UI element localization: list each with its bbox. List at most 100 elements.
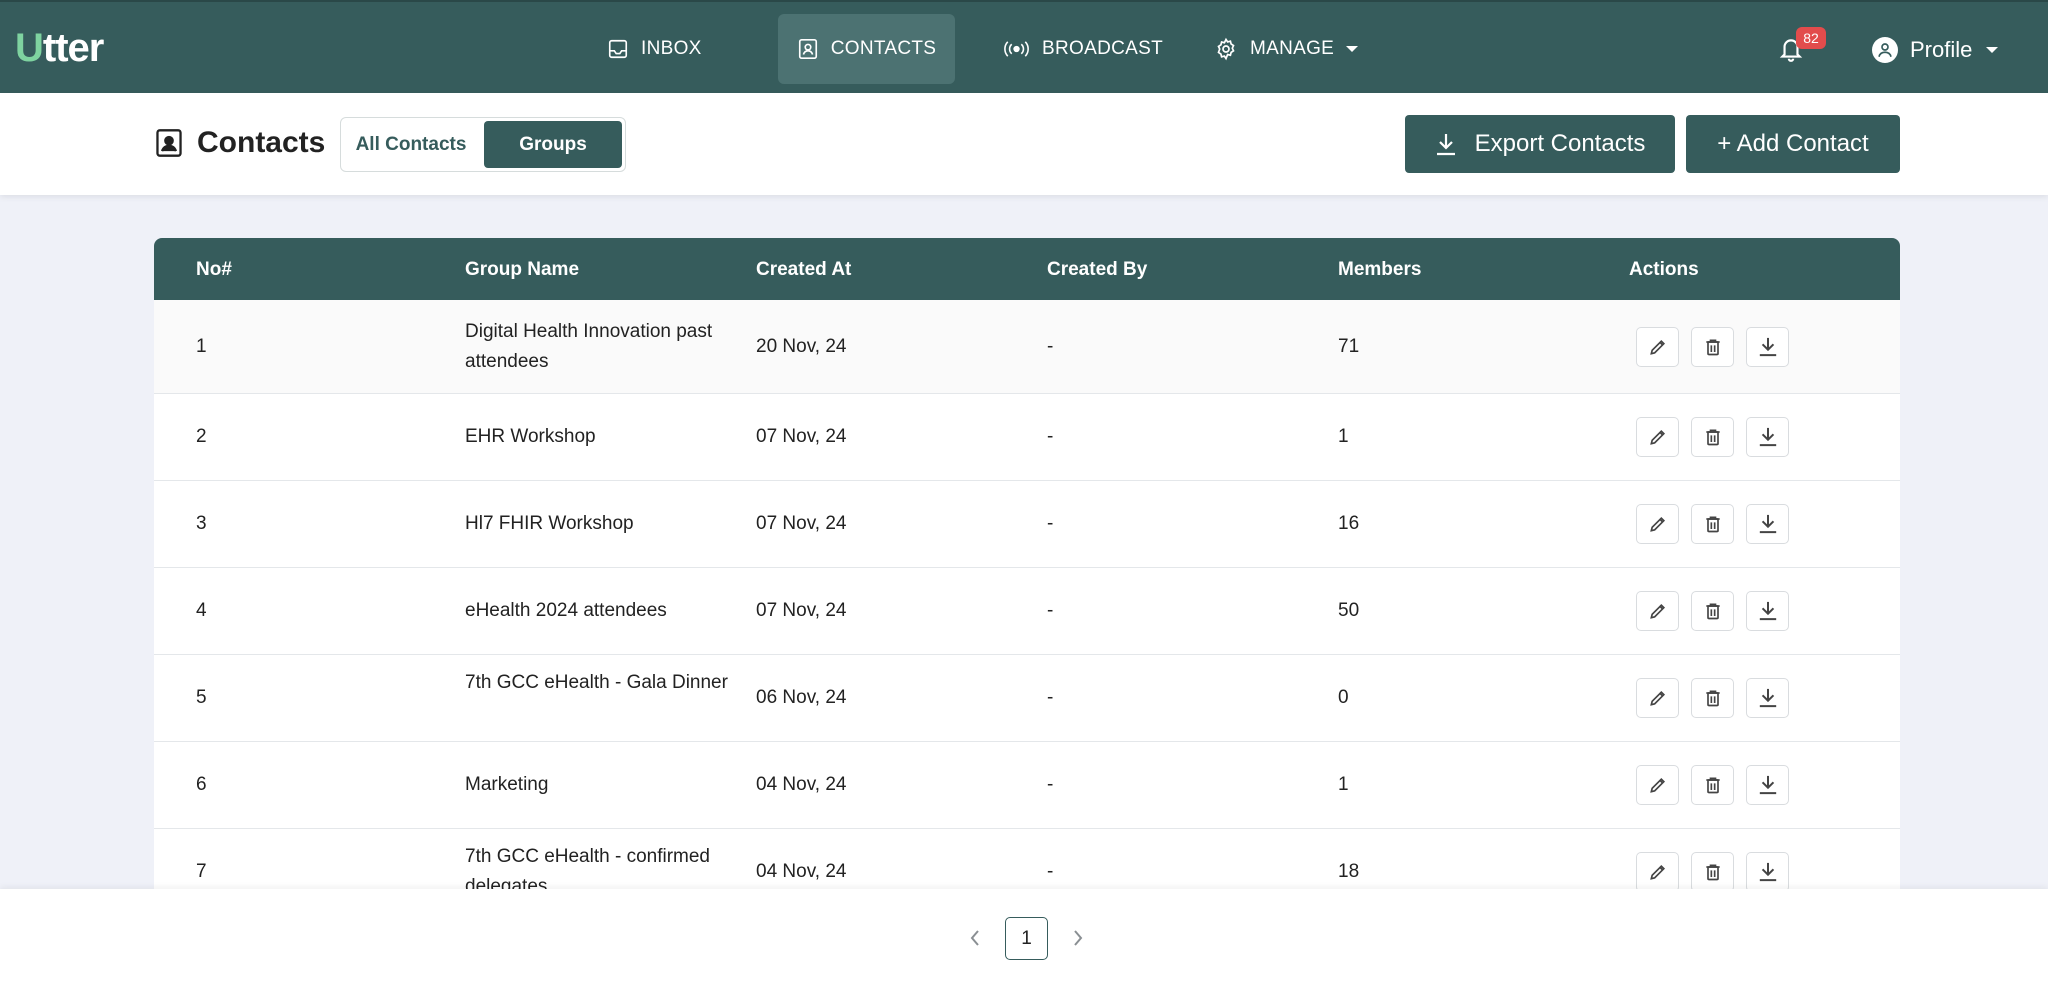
profile-label: Profile [1910, 37, 1973, 62]
download-button[interactable] [1746, 326, 1789, 367]
nav-inbox[interactable]: INBOX [607, 14, 737, 84]
created-by: - [1047, 861, 1054, 882]
delete-button[interactable] [1691, 417, 1734, 457]
tab-groups[interactable]: Groups [484, 121, 622, 168]
row-actions [1636, 678, 1789, 718]
nav-broadcast[interactable]: BROADCAST [1003, 14, 1163, 84]
table-row: 4 eHealth 2024 attendees 07 Nov, 24 - 50 [154, 568, 1900, 655]
created-by: - [1047, 687, 1054, 708]
download-button[interactable] [1746, 591, 1789, 631]
download-icon [1759, 337, 1776, 356]
delete-button[interactable] [1691, 591, 1734, 631]
edit-button[interactable] [1636, 852, 1679, 892]
trash-icon [1705, 339, 1720, 355]
download-button[interactable] [1746, 417, 1789, 457]
edit-button[interactable] [1636, 417, 1679, 457]
table-row: 3 Hl7 FHIR Workshop 07 Nov, 24 - 16 [154, 481, 1900, 568]
download-button[interactable] [1746, 765, 1789, 805]
table-row: 1 Digital Health Innovation past attendee… [154, 300, 1900, 394]
chevron-right-icon[interactable] [1069, 925, 1087, 951]
app-logo[interactable]: Utter [15, 25, 104, 70]
download-button[interactable] [1746, 504, 1789, 544]
edit-button[interactable] [1636, 678, 1679, 718]
created-by: - [1047, 335, 1054, 357]
download-icon [1436, 134, 1455, 156]
header-created-by: Created By [1047, 259, 1148, 280]
pencil-icon [1649, 429, 1665, 445]
export-contacts-label: Export Contacts [1474, 130, 1646, 157]
created-at: 04 Nov, 24 [756, 774, 847, 795]
group-name: EHR Workshop [465, 426, 596, 447]
export-contacts-button[interactable]: Export Contacts [1405, 115, 1675, 173]
nav-manage-label: MANAGE [1250, 38, 1335, 59]
page-title-wrap: Contacts [155, 126, 325, 160]
nav-contacts-label: CONTACTS [830, 38, 937, 59]
profile-menu[interactable]: Profile [1872, 32, 1999, 68]
edit-button[interactable] [1636, 326, 1679, 367]
header-group-name: Group Name [465, 259, 580, 280]
members-count: 1 [1338, 774, 1349, 795]
delete-button[interactable] [1691, 678, 1734, 718]
table-body: 1 Digital Health Innovation past attendee… [154, 300, 1900, 916]
row-actions [1636, 504, 1789, 544]
delete-button[interactable] [1691, 326, 1734, 367]
trash-icon [1705, 864, 1720, 881]
group-name: Hl7 FHIR Workshop [465, 513, 634, 534]
notification-badge: 82 [1796, 27, 1826, 49]
created-by: - [1047, 513, 1054, 534]
contact-card-icon [798, 39, 817, 59]
row-number: 1 [196, 335, 207, 357]
row-number: 4 [196, 600, 207, 621]
group-name: eHealth 2024 attendees [465, 600, 667, 621]
download-icon [1759, 862, 1776, 882]
top-navbar: Utter INBOX CONTACTS BROADCAST MANAGE 82 [0, 0, 2048, 93]
add-contact-button[interactable]: + Add Contact [1686, 115, 1900, 173]
delete-button[interactable] [1691, 504, 1734, 544]
members-count: 18 [1338, 861, 1360, 882]
row-number: 5 [196, 687, 207, 708]
add-contact-label: + Add Contact [1717, 130, 1869, 157]
group-name: Marketing [465, 774, 549, 795]
download-button[interactable] [1746, 852, 1789, 892]
trash-icon [1705, 690, 1720, 707]
nav-inbox-label: INBOX [641, 38, 702, 59]
edit-button[interactable] [1636, 504, 1679, 544]
pencil-icon [1649, 516, 1665, 532]
pencil-icon [1649, 777, 1665, 793]
row-actions [1636, 326, 1789, 367]
inbox-icon [608, 39, 628, 59]
members-count: 0 [1338, 687, 1349, 708]
edit-button[interactable] [1636, 765, 1679, 805]
nav-contacts[interactable]: CONTACTS [778, 14, 955, 84]
created-at: 20 Nov, 24 [756, 335, 847, 357]
pencil-icon [1649, 690, 1665, 706]
download-button[interactable] [1746, 678, 1789, 718]
pencil-icon [1649, 864, 1665, 880]
contacts-view-toggle: All Contacts Groups [340, 117, 626, 172]
row-actions [1636, 765, 1789, 805]
created-at: 07 Nov, 24 [756, 600, 847, 621]
user-icon [1878, 43, 1892, 58]
download-icon [1759, 601, 1776, 621]
table-row: 6 Marketing 04 Nov, 24 - 1 [154, 742, 1900, 829]
trash-icon [1705, 777, 1720, 794]
avatar [1872, 37, 1898, 63]
delete-button[interactable] [1691, 852, 1734, 892]
table-header: No# Group Name Created At Created By Mem… [154, 238, 1900, 300]
logo-letter-u: U [15, 25, 44, 70]
pencil-icon [1649, 603, 1665, 619]
delete-button[interactable] [1691, 765, 1734, 805]
header-created-at: Created At [756, 259, 852, 280]
chevron-left-icon[interactable] [966, 925, 984, 951]
row-number: 2 [196, 426, 207, 447]
group-name: Digital Health Innovation past attendees [465, 320, 713, 372]
created-by: - [1047, 426, 1054, 447]
page-number-button[interactable]: 1 [1005, 917, 1048, 960]
download-icon [1759, 427, 1776, 447]
row-actions [1636, 417, 1789, 457]
nav-broadcast-label: BROADCAST [1042, 38, 1163, 59]
nav-manage[interactable]: MANAGE [1214, 14, 1364, 84]
edit-button[interactable] [1636, 591, 1679, 631]
chevron-down-icon [1346, 46, 1359, 52]
tab-all-contacts[interactable]: All Contacts [345, 121, 477, 168]
